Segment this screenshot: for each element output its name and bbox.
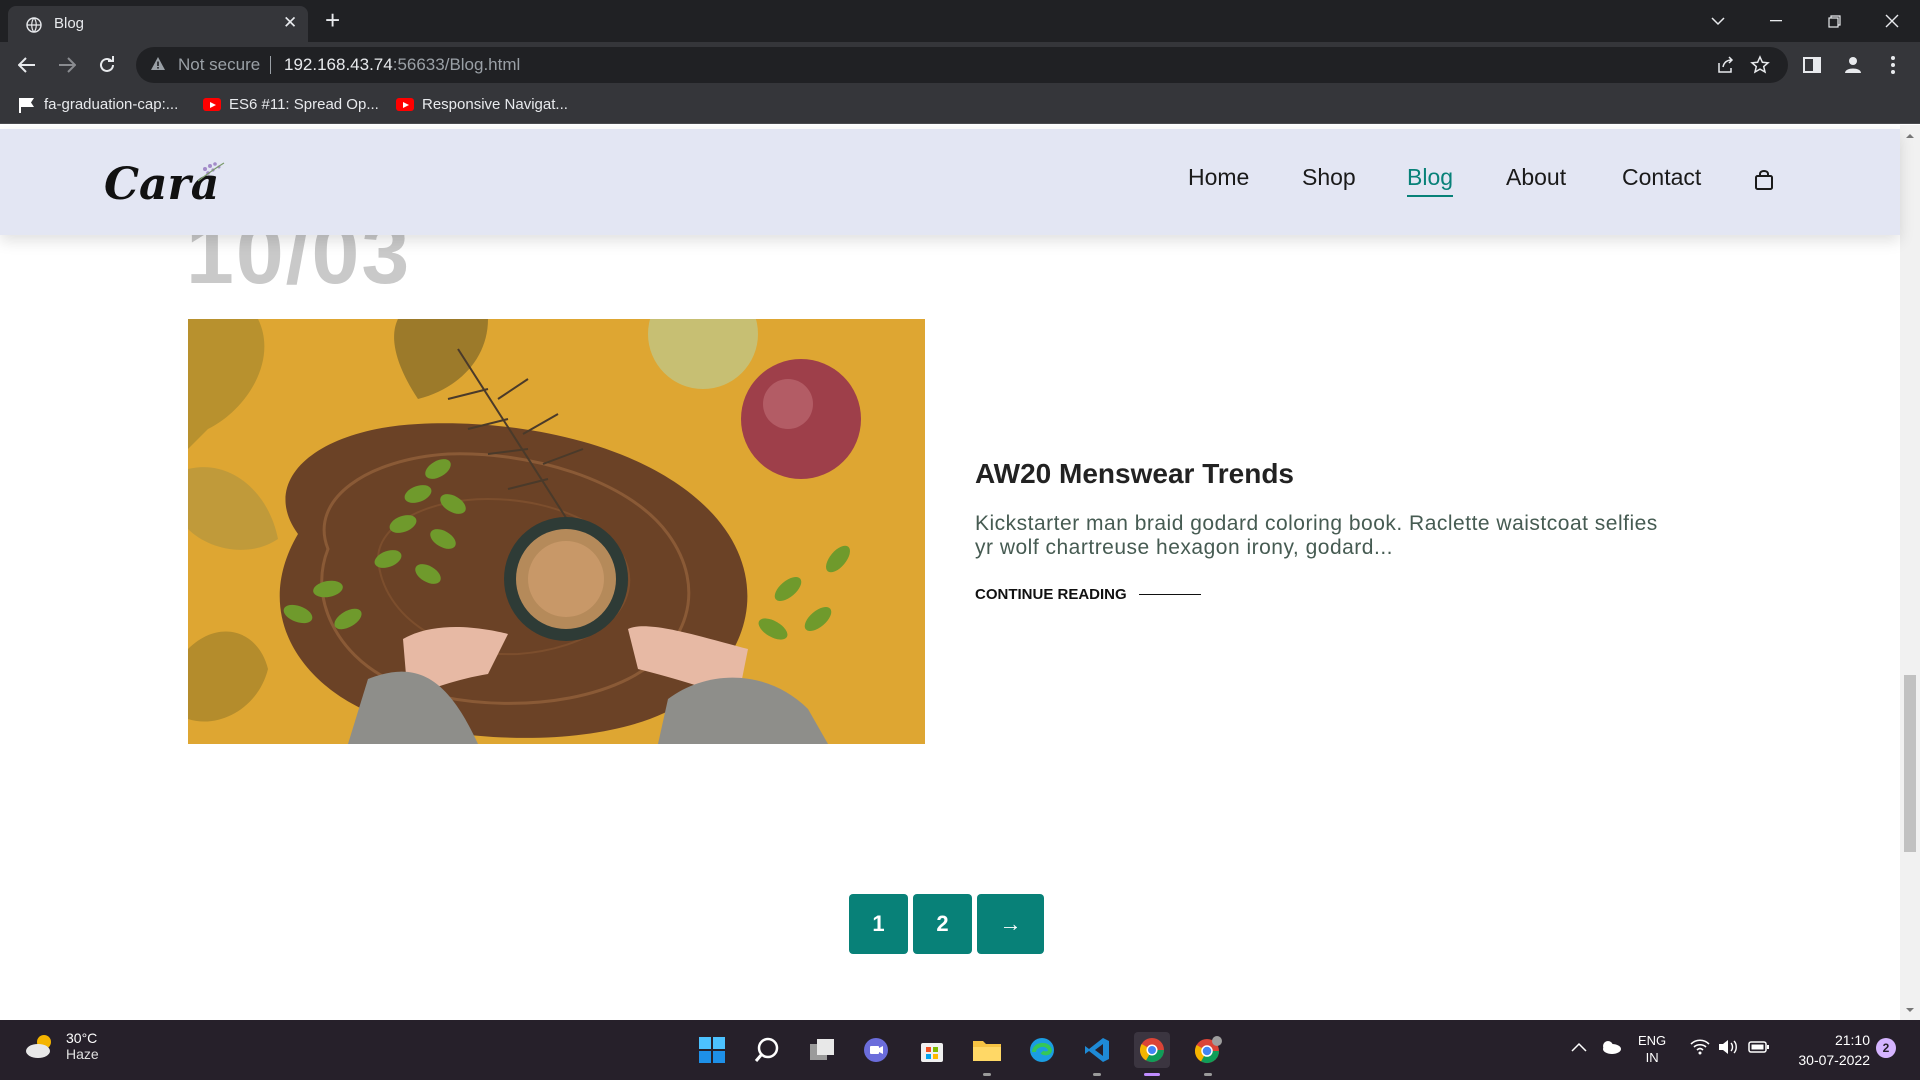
nav-shop[interactable]: Shop bbox=[1302, 164, 1356, 191]
temperature: 30°C bbox=[66, 1030, 98, 1046]
edge-icon bbox=[1030, 1038, 1054, 1062]
windows-taskbar: 30°C Haze ENG IN 21:10 30-07-2022 2 bbox=[0, 1020, 1920, 1080]
task-view-button[interactable] bbox=[804, 1032, 840, 1068]
tab-close-icon[interactable]: ✕ bbox=[283, 13, 297, 33]
continue-reading-link[interactable]: CONTINUE READING bbox=[975, 586, 1201, 603]
file-explorer-button[interactable] bbox=[969, 1032, 1005, 1076]
restore-icon[interactable] bbox=[1806, 0, 1862, 42]
store-button[interactable] bbox=[914, 1032, 950, 1068]
youtube-icon bbox=[203, 98, 221, 111]
task-view-icon bbox=[810, 1039, 834, 1060]
volume-icon[interactable] bbox=[1718, 1039, 1738, 1055]
site-header: Cara Home Shop Blog About Contact bbox=[0, 129, 1900, 235]
active-indicator bbox=[1144, 1073, 1160, 1076]
search-button[interactable] bbox=[749, 1032, 785, 1068]
menu-icon[interactable] bbox=[1882, 54, 1904, 76]
onedrive-cloud-icon[interactable] bbox=[1600, 1040, 1622, 1054]
new-tab-button[interactable]: + bbox=[325, 6, 340, 34]
chevron-up-icon[interactable] bbox=[1571, 1042, 1587, 1052]
nav-about[interactable]: About bbox=[1506, 164, 1566, 191]
notification-badge[interactable]: 2 bbox=[1876, 1038, 1896, 1058]
bookmark-item[interactable]: fa-graduation-cap:... bbox=[18, 96, 178, 113]
pagination: 1 2 → bbox=[849, 894, 1044, 954]
bookmark-item[interactable]: ES6 #11: Spread Op... bbox=[203, 96, 379, 113]
page-1-button[interactable]: 1 bbox=[849, 894, 908, 954]
weather-cloud-sun-icon bbox=[26, 1035, 51, 1058]
page-scrollbar[interactable] bbox=[1900, 125, 1920, 1020]
weather-condition: Haze bbox=[66, 1046, 99, 1062]
scrollbar-thumb[interactable] bbox=[1904, 675, 1916, 852]
edge-button[interactable] bbox=[1024, 1032, 1060, 1068]
side-panel-icon[interactable] bbox=[1801, 54, 1823, 76]
address-bar[interactable]: Not secure 192.168.43.74:56633/Blog.html bbox=[136, 47, 1788, 83]
blog-post-image[interactable] bbox=[188, 319, 925, 744]
page-2-button[interactable]: 2 bbox=[913, 894, 972, 954]
globe-icon bbox=[26, 17, 42, 33]
close-window-icon[interactable] bbox=[1864, 0, 1920, 42]
scroll-up-icon[interactable] bbox=[1905, 131, 1915, 141]
youtube-icon bbox=[396, 98, 414, 111]
next-page-button[interactable]: → bbox=[977, 894, 1044, 954]
address-divider bbox=[270, 56, 271, 74]
back-icon[interactable] bbox=[13, 51, 41, 79]
running-indicator bbox=[1204, 1073, 1212, 1076]
profile-icon[interactable] bbox=[1842, 54, 1864, 76]
share-icon[interactable] bbox=[1716, 55, 1736, 75]
start-button[interactable] bbox=[694, 1032, 730, 1068]
security-label: Not secure bbox=[178, 55, 261, 74]
language-indicator[interactable]: ENG IN bbox=[1638, 1032, 1666, 1066]
browser-tab[interactable]: Blog ✕ bbox=[8, 6, 308, 42]
reload-icon[interactable] bbox=[93, 51, 121, 79]
bookmark-item[interactable]: Responsive Navigat... bbox=[396, 96, 568, 113]
flag-icon bbox=[19, 97, 34, 113]
chrome-button[interactable] bbox=[1134, 1032, 1170, 1076]
link-underline-decoration bbox=[1138, 594, 1201, 595]
shopping-bag-icon[interactable] bbox=[1754, 169, 1774, 191]
chat-icon bbox=[864, 1038, 888, 1062]
search-icon bbox=[754, 1037, 779, 1062]
wifi-icon[interactable] bbox=[1690, 1039, 1710, 1055]
browser-toolbar: Not secure 192.168.43.74:56633/Blog.html bbox=[0, 42, 1920, 88]
warning-icon bbox=[151, 57, 165, 70]
system-clock[interactable]: 21:10 30-07-2022 bbox=[1780, 1030, 1870, 1070]
cara-logo[interactable]: Cara bbox=[102, 155, 232, 211]
tab-search-icon[interactable] bbox=[1690, 0, 1746, 42]
windows-logo-icon bbox=[699, 1037, 725, 1063]
bookmarks-bar: fa-graduation-cap:... ES6 #11: Spread Op… bbox=[0, 88, 1920, 124]
weather-widget[interactable]: 30°C Haze bbox=[24, 1030, 99, 1062]
minimize-icon[interactable] bbox=[1748, 0, 1804, 42]
page-viewport: Cara Home Shop Blog About Contact 10/03 bbox=[0, 125, 1920, 1020]
chrome-alt-icon bbox=[1194, 1036, 1222, 1064]
post-excerpt: Kickstarter man braid godard coloring bo… bbox=[975, 512, 1658, 559]
store-icon bbox=[921, 1043, 943, 1062]
scroll-down-icon[interactable] bbox=[1905, 1005, 1915, 1015]
svg-text:Cara: Cara bbox=[104, 159, 219, 210]
forward-icon[interactable] bbox=[53, 51, 81, 79]
running-indicator bbox=[983, 1073, 991, 1076]
vscode-button[interactable] bbox=[1079, 1032, 1115, 1076]
nav-contact[interactable]: Contact bbox=[1622, 164, 1701, 191]
nav-home[interactable]: Home bbox=[1188, 164, 1249, 191]
teams-chat-button[interactable] bbox=[858, 1032, 894, 1068]
chrome-icon bbox=[1139, 1038, 1164, 1063]
vscode-icon bbox=[1085, 1038, 1109, 1062]
battery-icon[interactable] bbox=[1748, 1040, 1770, 1054]
tab-title: Blog bbox=[54, 15, 85, 32]
nav-blog[interactable]: Blog bbox=[1407, 164, 1454, 197]
running-indicator bbox=[1093, 1073, 1101, 1076]
folder-icon bbox=[973, 1041, 1001, 1061]
chrome-profile-button[interactable] bbox=[1190, 1032, 1226, 1076]
url-text[interactable]: 192.168.43.74:56633/Blog.html bbox=[284, 55, 520, 75]
bookmark-star-icon[interactable] bbox=[1750, 55, 1770, 75]
post-title[interactable]: AW20 Menswear Trends bbox=[975, 458, 1294, 490]
browser-tab-strip: Blog ✕ + bbox=[0, 0, 1920, 42]
